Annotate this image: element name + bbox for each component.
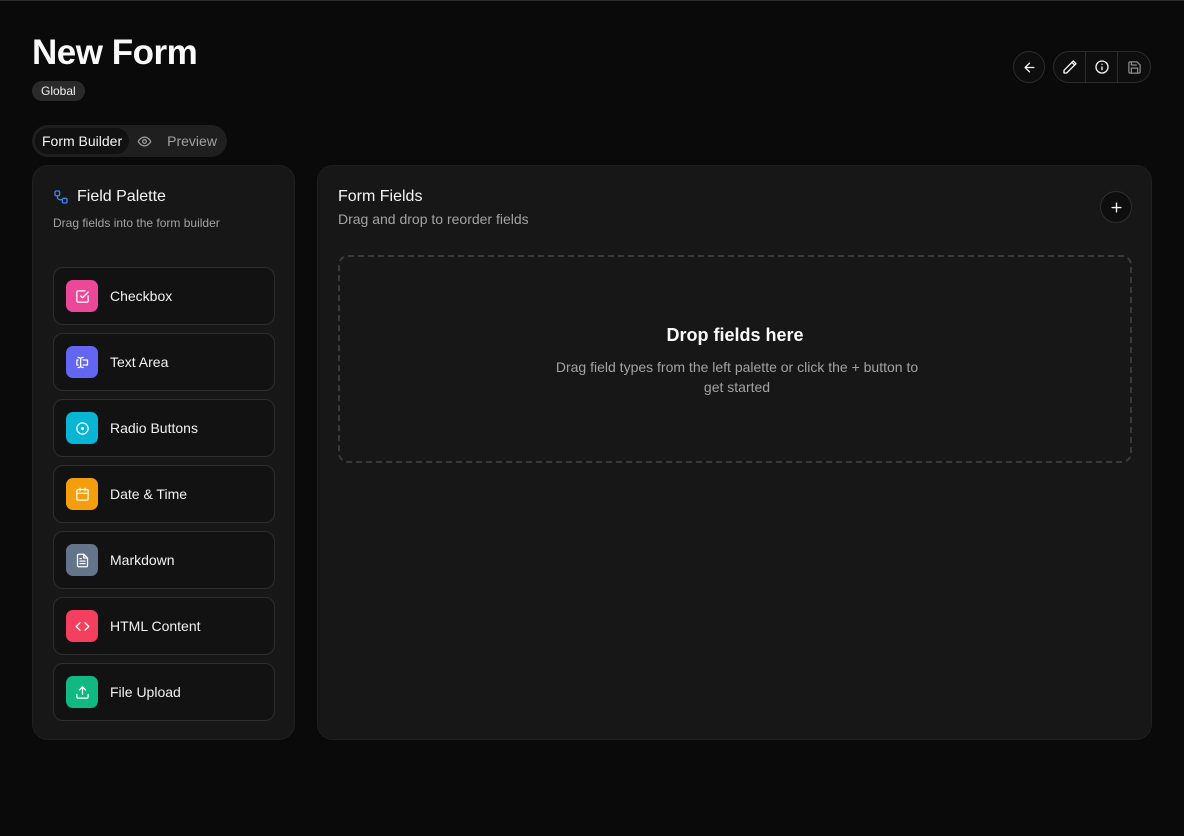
view-tabs: Form Builder Preview [32, 125, 227, 157]
code-icon [75, 621, 89, 631]
scope-badge: Global [32, 81, 85, 101]
field-item-radio-buttons[interactable]: Radio Buttons [53, 399, 275, 457]
calendar-icon [75, 487, 89, 501]
tab-preview[interactable]: Preview [129, 128, 224, 154]
pencil-icon [1062, 60, 1077, 74]
dropzone-subtitle: Drag field types from the left palette o… [555, 359, 919, 395]
field-item-text-area[interactable]: Text Area [53, 333, 275, 391]
arrow-left-icon [1024, 62, 1034, 72]
field-item-label: Date & Time [110, 486, 188, 502]
field-item-label: File Upload [110, 684, 181, 700]
field-icon-box [66, 544, 98, 576]
field-icon-box [66, 610, 98, 642]
tab-preview-label: Preview [167, 133, 217, 149]
add-field-button[interactable] [1100, 191, 1132, 223]
field-icon-box [66, 280, 98, 312]
text-area-icon [75, 356, 88, 368]
upload-icon [75, 685, 89, 699]
info-icon [1094, 60, 1109, 74]
field-icon-box [66, 412, 98, 444]
save-button[interactable] [1118, 52, 1150, 82]
field-dropzone[interactable]: Drop fields here Drag field types from t… [338, 255, 1132, 463]
field-item-label: Radio Buttons [110, 420, 198, 436]
form-fields-panel: Form Fields Drag and drop to reorder fie… [317, 165, 1152, 740]
info-button[interactable] [1086, 52, 1118, 82]
field-palette-title: Field Palette [77, 188, 166, 205]
checkbox-icon [75, 289, 89, 303]
form-action-group [1053, 51, 1151, 83]
tab-form-builder-label: Form Builder [42, 133, 123, 149]
form-fields-subtitle: Drag and drop to reorder fields [338, 211, 529, 227]
field-palette-subtitle: Drag fields into the form builder [53, 216, 220, 230]
top-divider [0, 0, 1184, 1]
field-palette-panel: Field Palette Drag fields into the form … [32, 165, 295, 740]
save-icon [1127, 60, 1141, 74]
field-item-label: Text Area [110, 354, 169, 370]
plus-icon [1110, 201, 1122, 213]
field-icon-box [66, 346, 98, 378]
field-icon-box [66, 676, 98, 708]
field-item-date-time[interactable]: Date & Time [53, 465, 275, 523]
eye-icon [137, 136, 152, 146]
document-icon [76, 553, 88, 567]
field-item-html-content[interactable]: HTML Content [53, 597, 275, 655]
field-palette-header: Field Palette [53, 188, 166, 206]
field-item-label: Checkbox [110, 288, 173, 304]
field-item-file-upload[interactable]: File Upload [53, 663, 275, 721]
field-item-label: HTML Content [110, 618, 201, 634]
tab-form-builder[interactable]: Form Builder [35, 128, 130, 154]
workflow-icon [54, 190, 68, 204]
field-item-markdown[interactable]: Markdown [53, 531, 275, 589]
page-title: New Form [32, 33, 198, 72]
field-item-checkbox[interactable]: Checkbox [53, 267, 275, 325]
dropzone-title: Drop fields here [666, 325, 804, 345]
back-button[interactable] [1013, 51, 1045, 83]
form-fields-title: Form Fields [338, 188, 423, 205]
radio-icon [75, 421, 89, 435]
header-actions [1013, 51, 1151, 83]
field-item-label: Markdown [110, 552, 175, 568]
edit-button[interactable] [1054, 52, 1086, 82]
field-icon-box [66, 478, 98, 510]
field-type-list: Checkbox Text Area Radio Buttons Date & … [53, 267, 275, 729]
